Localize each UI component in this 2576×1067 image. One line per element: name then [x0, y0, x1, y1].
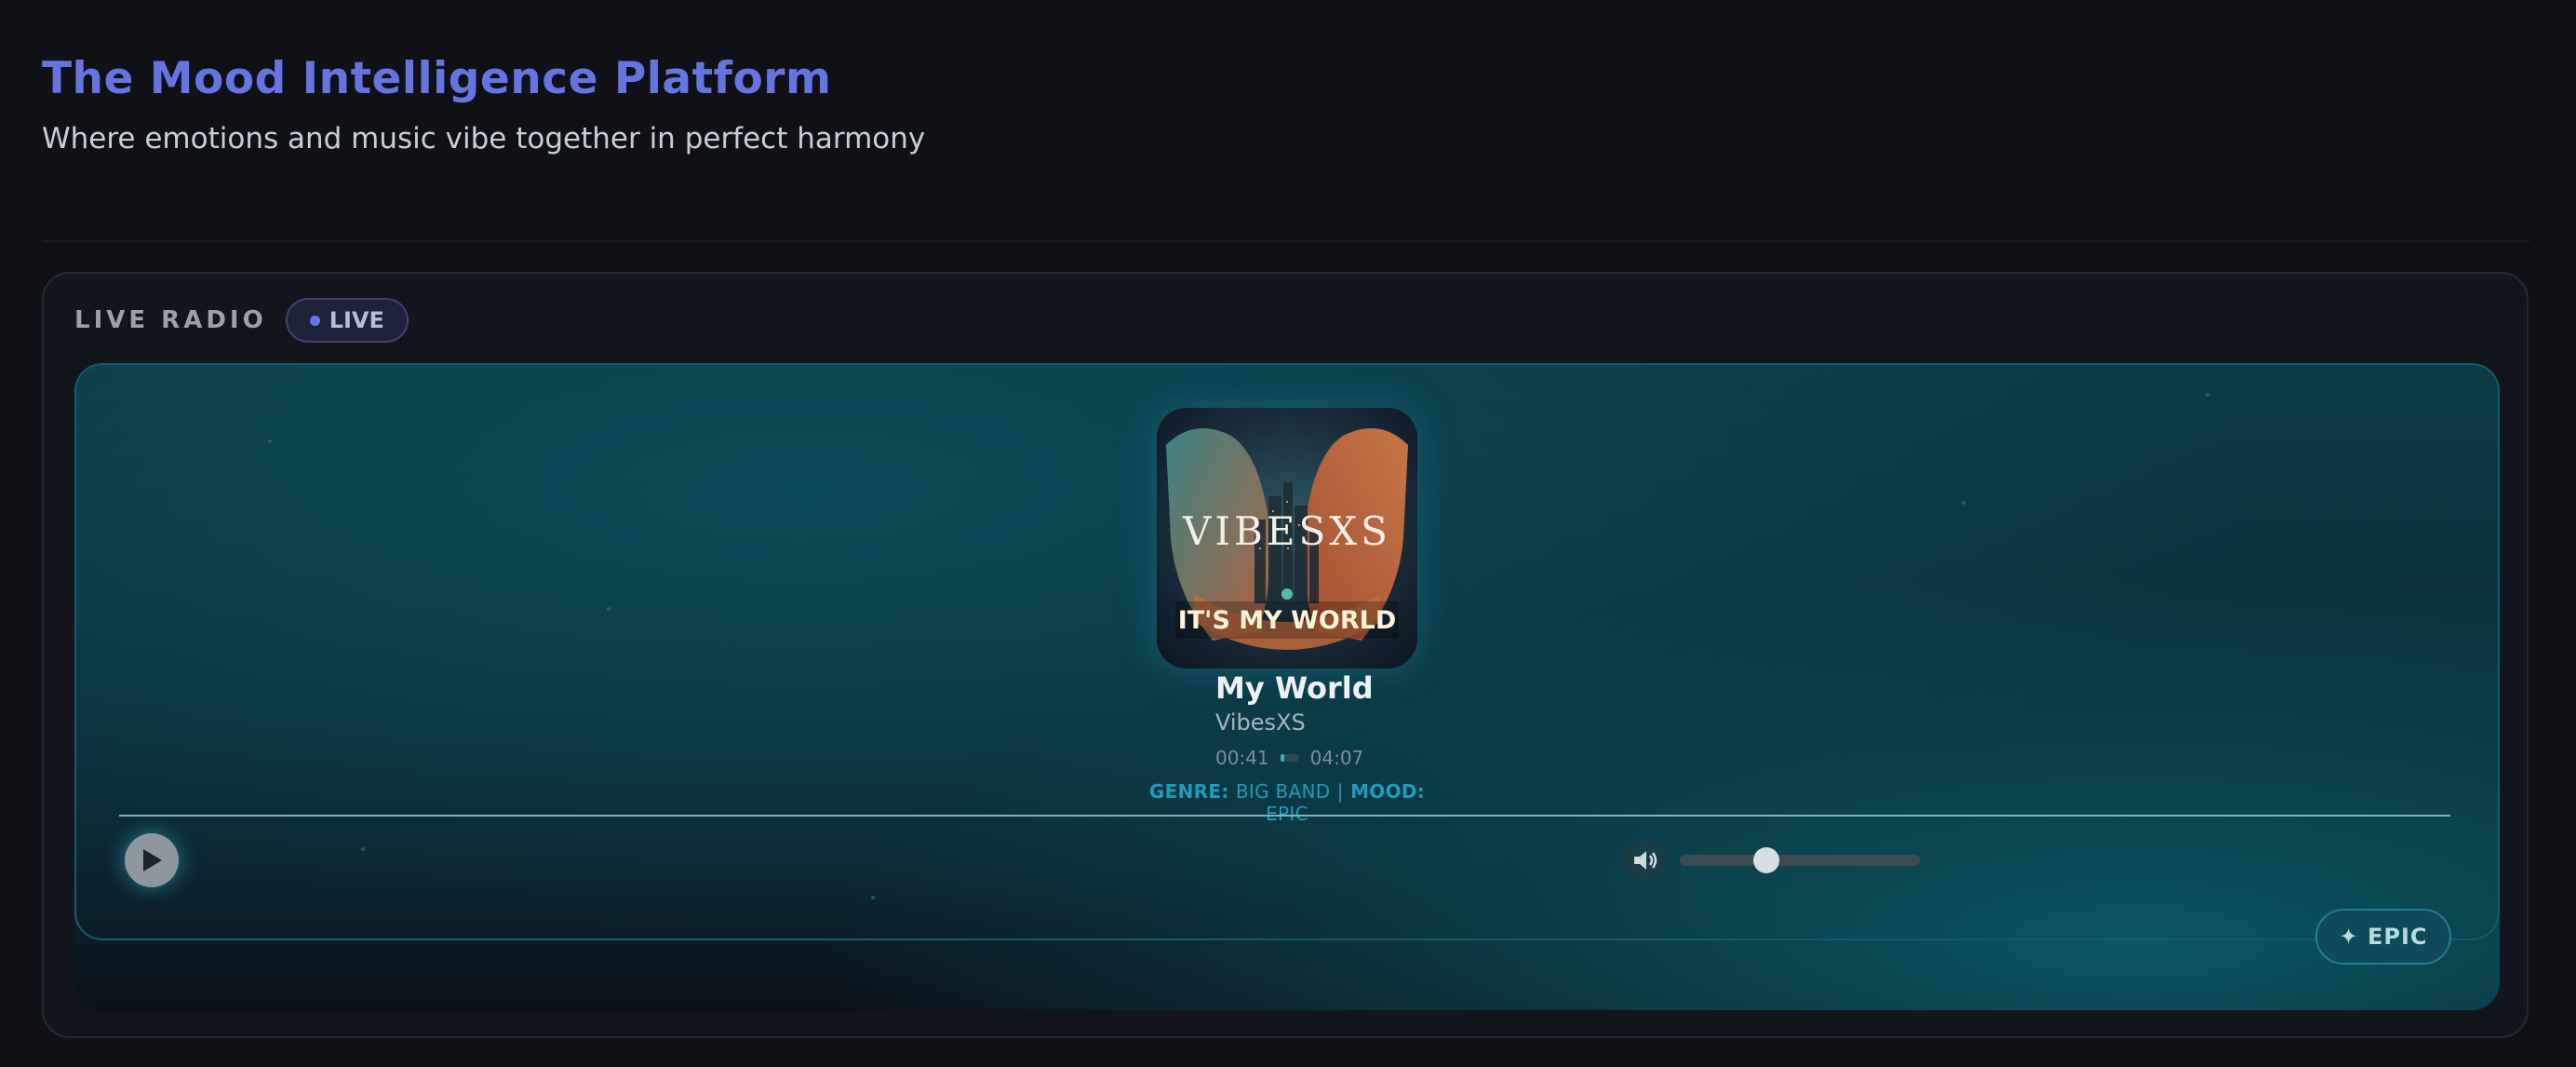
- time-row: 00:41 04:07: [1215, 745, 1363, 771]
- track-artist: VibesXS: [1215, 709, 1306, 736]
- background-speck: [361, 847, 365, 851]
- track-title: My World: [1215, 670, 1374, 706]
- genre-label: GENRE:: [1148, 780, 1229, 803]
- meta-separator: |: [1336, 780, 1344, 803]
- card-header: LIVE RADIO LIVE: [74, 298, 409, 343]
- mood-chip[interactable]: ✦ EPIC: [2315, 909, 2451, 965]
- background-speck: [871, 896, 875, 899]
- background-speck: [607, 607, 610, 611]
- track-duration: 04:07: [1309, 747, 1364, 769]
- album-art-brand: VIBESXS: [1182, 508, 1391, 554]
- mood-value: EPIC: [1266, 803, 1308, 825]
- genre-value: BIG BAND: [1235, 780, 1331, 803]
- album-art-image: VIBESXS IT'S MY WORLD: [1157, 408, 1417, 669]
- playback-progress-line[interactable]: [119, 815, 2450, 817]
- volume-slider[interactable]: [1680, 847, 1920, 873]
- background-speck: [2206, 393, 2209, 397]
- play-icon: [143, 849, 162, 871]
- live-dot-icon: [309, 315, 320, 326]
- page-header: The Mood Intelligence Platform Where emo…: [42, 51, 2527, 157]
- header-divider: [42, 240, 2529, 242]
- mood-label: MOOD:: [1350, 780, 1426, 803]
- genre-mood-line: GENRE: BIG BAND | MOOD: EPIC: [1143, 780, 1431, 825]
- background-speck: [268, 439, 272, 443]
- album-art: VIBESXS IT'S MY WORLD: [1157, 408, 1417, 669]
- mini-progress-fill: [1280, 754, 1284, 762]
- mini-progress-bar: [1280, 754, 1299, 762]
- play-button[interactable]: [125, 833, 179, 887]
- live-badge-label: LIVE: [329, 307, 384, 333]
- volume-button[interactable]: [1624, 839, 1667, 882]
- volume-slider-thumb[interactable]: [1753, 847, 1779, 873]
- background-speck: [1962, 501, 1966, 505]
- speaker-icon: [1634, 851, 1657, 870]
- live-badge: LIVE: [285, 298, 409, 343]
- player-panel: VIBESXS IT'S MY WORLD My World VibesXS 0…: [74, 363, 2500, 1010]
- live-radio-label: LIVE RADIO: [74, 306, 267, 334]
- page-subtitle: Where emotions and music vibe together i…: [42, 122, 926, 155]
- elapsed-time: 00:41: [1215, 747, 1269, 769]
- live-radio-card: LIVE RADIO LIVE VIBESXS IT'S MY WORLD My…: [42, 272, 2529, 1038]
- album-art-caption: IT'S MY WORLD: [1178, 606, 1397, 635]
- page-title: The Mood Intelligence Platform: [42, 53, 832, 104]
